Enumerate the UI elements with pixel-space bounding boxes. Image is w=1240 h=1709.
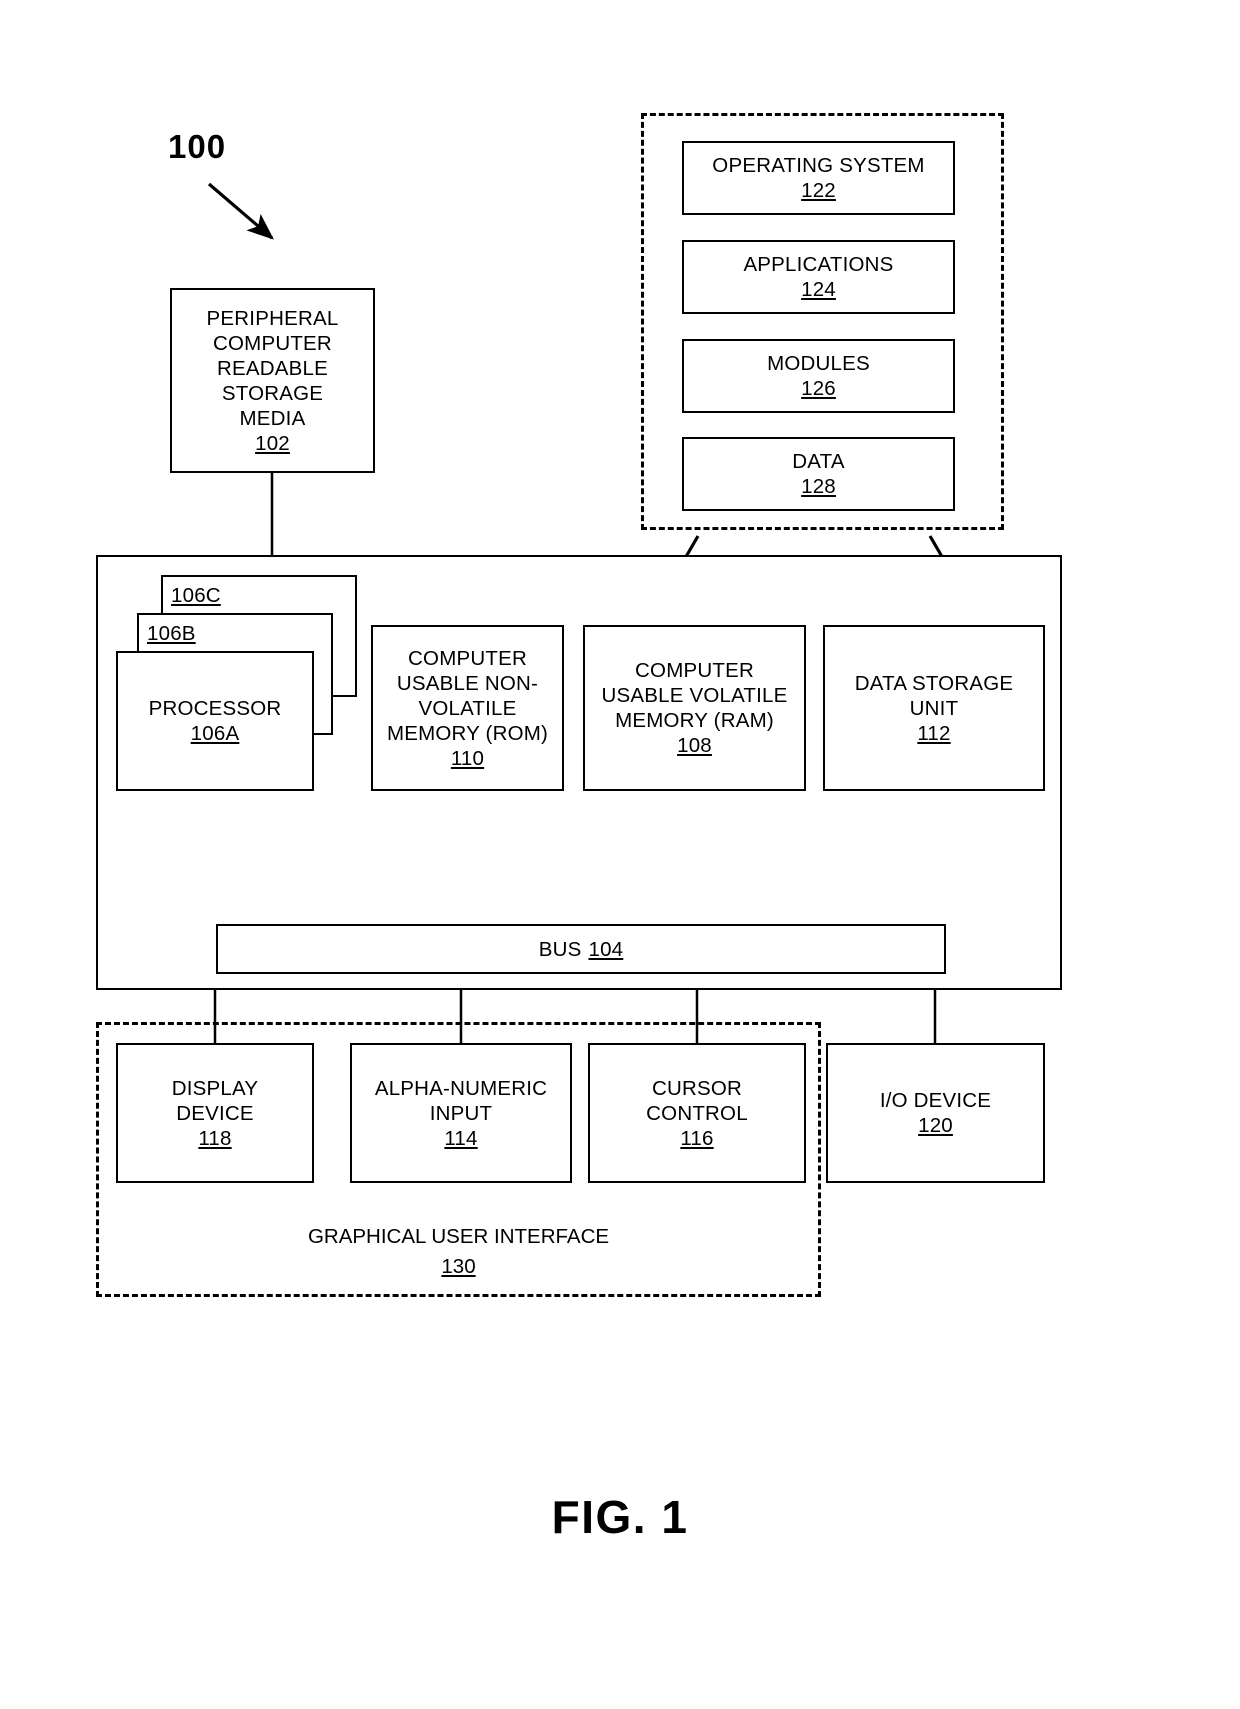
ram-title: COMPUTER USABLE VOLATILE MEMORY (RAM) — [601, 659, 788, 732]
graphical-user-interface-ref: 130 — [441, 1254, 476, 1278]
processor-title: PROCESSOR — [148, 697, 282, 720]
graphical-user-interface-title: GRAPHICAL USER INTERFACE — [307, 1225, 610, 1248]
peripheral-storage-media-ref: 102 — [255, 431, 290, 455]
processor-106c-ref: 106C — [171, 584, 221, 607]
io-device-ref: 120 — [918, 1114, 953, 1137]
data-storage-unit-box: DATA STORAGE UNIT 112 — [823, 625, 1045, 791]
rom-title: COMPUTER USABLE NON- VOLATILE MEMORY (RO… — [386, 646, 549, 745]
rom-box: COMPUTER USABLE NON- VOLATILE MEMORY (RO… — [371, 625, 564, 791]
data-title: DATA — [792, 450, 845, 473]
cursor-control-box: CURSOR CONTROL 116 — [588, 1043, 806, 1183]
bus-bar: BUS 104 — [216, 924, 946, 974]
bus-ref: 104 — [588, 937, 624, 961]
data-box: DATA 128 — [682, 437, 955, 511]
processor-106b-ref: 106B — [147, 622, 196, 645]
modules-title: MODULES — [767, 352, 870, 375]
ram-box: COMPUTER USABLE VOLATILE MEMORY (RAM) 10… — [583, 625, 806, 791]
display-device-box: DISPLAY DEVICE 118 — [116, 1043, 314, 1183]
rom-ref: 110 — [450, 746, 485, 770]
modules-box: MODULES 126 — [682, 339, 955, 413]
reference-arrow-100 — [207, 182, 274, 240]
bus-title: BUS — [538, 937, 582, 961]
io-device-box: I/O DEVICE 120 — [826, 1043, 1045, 1183]
data-storage-unit-ref: 112 — [917, 721, 951, 745]
alpha-numeric-input-title: ALPHA-NUMERIC INPUT — [374, 1076, 548, 1125]
operating-system-box: OPERATING SYSTEM 122 — [682, 141, 955, 215]
io-device-title: I/O DEVICE — [879, 1089, 992, 1112]
ram-ref: 108 — [677, 734, 712, 757]
display-device-ref: 118 — [198, 1126, 232, 1150]
cursor-control-title: CURSOR CONTROL — [646, 1076, 748, 1125]
alpha-numeric-input-ref: 114 — [444, 1126, 478, 1150]
operating-system-ref: 122 — [801, 179, 836, 202]
data-storage-unit-title: DATA STORAGE UNIT — [854, 671, 1014, 720]
alpha-numeric-input-box: ALPHA-NUMERIC INPUT 114 — [350, 1043, 572, 1183]
display-device-title: DISPLAY DEVICE — [171, 1076, 259, 1125]
peripheral-storage-media-title: PERIPHERAL COMPUTER READABLE STORAGE MED… — [206, 306, 339, 430]
figure-canvas: 100 OPERATING SYSTEM 122 APPLICATIONS 12… — [0, 0, 1240, 1709]
applications-ref: 124 — [801, 278, 836, 301]
graphical-user-interface-label: GRAPHICAL USER INTERFACE 130 — [96, 1222, 821, 1281]
applications-box: APPLICATIONS 124 — [682, 240, 955, 314]
modules-ref: 126 — [801, 377, 836, 400]
data-ref: 128 — [801, 475, 836, 498]
processor-106a-ref: 106A — [190, 722, 240, 745]
processor-106a-box: PROCESSOR 106A — [116, 651, 314, 791]
peripheral-storage-media-box: PERIPHERAL COMPUTER READABLE STORAGE MED… — [170, 288, 375, 473]
figure-caption: FIG. 1 — [551, 1491, 689, 1543]
operating-system-title: OPERATING SYSTEM — [712, 154, 925, 177]
applications-title: APPLICATIONS — [743, 253, 894, 276]
figure-reference-100: 100 — [168, 128, 227, 165]
cursor-control-ref: 116 — [680, 1126, 714, 1150]
